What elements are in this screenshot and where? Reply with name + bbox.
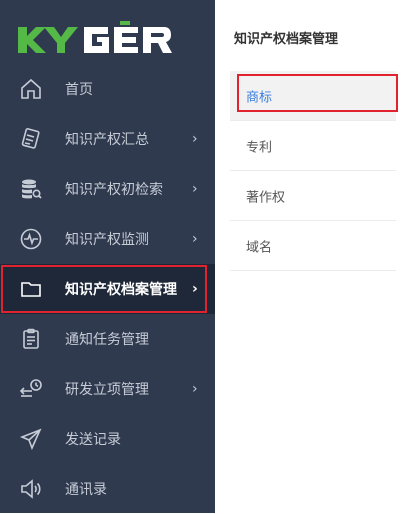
sidebar-item-send-records[interactable]: 发送记录 — [0, 414, 215, 464]
sidebar-item-label: 知识产权汇总 — [65, 132, 149, 148]
submenu-item-patent[interactable]: 专利 — [230, 121, 396, 171]
chevron-right-icon: › — [192, 131, 198, 147]
chevron-right-icon: › — [192, 231, 198, 247]
submenu-panel: 知识产权档案管理 商标 专利 著作权 域名 — [215, 0, 404, 513]
submenu-list: 商标 专利 著作权 域名 — [230, 71, 398, 271]
kyger-logo[interactable] — [16, 18, 201, 58]
home-icon — [18, 76, 44, 102]
document-pen-icon — [18, 126, 44, 152]
sidebar-nav: 首页 知识产权汇总 › 知识产权初检索 › 知识产权监测 › 知识产权档案管理 … — [0, 64, 215, 514]
sidebar-item-label: 通讯录 — [65, 482, 107, 498]
sidebar-item-label: 知识产权档案管理 — [65, 282, 177, 298]
submenu-item-label: 商标 — [246, 90, 273, 105]
sidebar-item-label: 通知任务管理 — [65, 332, 149, 348]
app-window: 首页 知识产权汇总 › 知识产权初检索 › 知识产权监测 › 知识产权档案管理 … — [0, 0, 404, 513]
submenu-item-domain[interactable]: 域名 — [230, 221, 396, 271]
sidebar-item-ip-monitor[interactable]: 知识产权监测 › — [0, 214, 215, 264]
sidebar: 首页 知识产权汇总 › 知识产权初检索 › 知识产权监测 › 知识产权档案管理 … — [0, 0, 215, 513]
sidebar-item-home[interactable]: 首页 — [0, 64, 215, 114]
folder-icon — [18, 276, 44, 302]
sidebar-item-label: 首页 — [65, 82, 93, 98]
sidebar-item-label: 知识产权初检索 — [65, 182, 163, 198]
submenu-item-trademark[interactable]: 商标 — [230, 71, 396, 121]
database-search-icon — [18, 176, 44, 202]
sidebar-item-label: 发送记录 — [65, 432, 121, 448]
pulse-monitor-icon — [18, 226, 44, 252]
sidebar-item-rd-projects[interactable]: 研发立项管理 › — [0, 364, 215, 414]
submenu-item-copyright[interactable]: 著作权 — [230, 171, 396, 221]
chevron-right-icon: › — [192, 181, 198, 197]
sidebar-item-notice-tasks[interactable]: 通知任务管理 — [0, 314, 215, 364]
chevron-right-icon: › — [192, 281, 198, 297]
sidebar-item-label: 知识产权监测 — [65, 232, 149, 248]
clipboard-icon — [18, 326, 44, 352]
speaker-icon — [18, 476, 44, 502]
submenu-title: 知识产权档案管理 — [234, 32, 339, 47]
sidebar-item-ip-search[interactable]: 知识产权初检索 › — [0, 164, 215, 214]
submenu-item-label: 域名 — [246, 240, 273, 255]
submenu-item-label: 专利 — [246, 140, 273, 155]
sidebar-item-ip-archive[interactable]: 知识产权档案管理 › — [0, 264, 215, 314]
schedule-icon — [18, 376, 44, 402]
sidebar-item-ip-summary[interactable]: 知识产权汇总 › — [0, 114, 215, 164]
chevron-right-icon: › — [192, 381, 198, 397]
send-icon — [18, 426, 44, 452]
submenu-item-label: 著作权 — [246, 190, 286, 205]
sidebar-item-contacts[interactable]: 通讯录 — [0, 464, 215, 514]
sidebar-item-label: 研发立项管理 — [65, 382, 149, 398]
